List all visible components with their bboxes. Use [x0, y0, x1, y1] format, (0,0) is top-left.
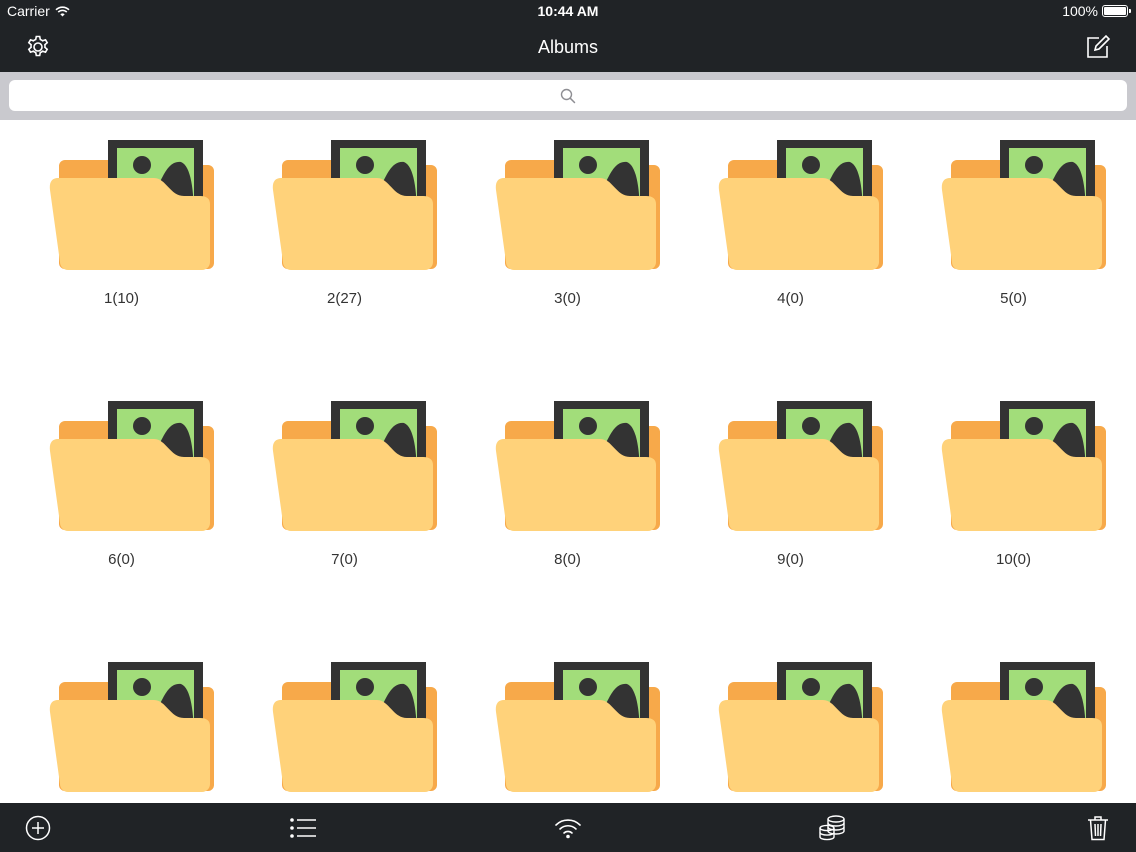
settings-button[interactable] [21, 31, 55, 63]
album-item-10[interactable]: 10(0) [902, 381, 1125, 581]
photo-folder-icon [941, 662, 1106, 792]
search-bar [0, 72, 1136, 120]
photo-folder-icon [941, 140, 1106, 270]
photo-folder-icon [941, 401, 1106, 531]
battery-icon [1102, 5, 1131, 17]
album-label: 5(0) [1000, 290, 1027, 307]
album-label: 10(0) [995, 551, 1032, 568]
photo-folder-icon [718, 662, 883, 792]
photo-folder-icon [718, 401, 883, 531]
album-label: 9(0) [777, 551, 804, 568]
photo-folder-icon [272, 662, 437, 792]
album-item-5[interactable]: 5(0) [902, 120, 1125, 320]
album-item-7[interactable]: 7(0) [233, 381, 456, 581]
status-bar: Carrier 10:44 AM 100% [0, 0, 1136, 24]
album-item-15[interactable] [902, 642, 1125, 803]
album-item-2[interactable]: 2(27) [233, 120, 456, 320]
photo-folder-icon [49, 401, 214, 531]
wifi-transfer-button[interactable] [551, 812, 585, 844]
compose-button[interactable] [1081, 31, 1115, 63]
album-label: 6(0) [108, 551, 135, 568]
album-item-8[interactable]: 8(0) [456, 381, 679, 581]
list-button[interactable] [286, 812, 320, 844]
delete-button[interactable] [1081, 812, 1115, 844]
search-input[interactable] [9, 80, 1127, 111]
album-label: 3(0) [554, 290, 581, 307]
photo-folder-icon [495, 662, 660, 792]
album-label: 1(10) [103, 290, 140, 307]
album-item-11[interactable] [10, 642, 233, 803]
top-bar: Carrier 10:44 AM 100% Albums [0, 0, 1136, 72]
album-label: 7(0) [331, 551, 358, 568]
photo-folder-icon [49, 140, 214, 270]
trash-icon [1088, 816, 1108, 841]
coins-icon [819, 815, 845, 841]
album-item-13[interactable] [456, 642, 679, 803]
battery-indicator: 100% [1062, 3, 1131, 19]
album-item-12[interactable] [233, 642, 456, 803]
search-field[interactable] [9, 80, 1127, 111]
compose-icon [1087, 34, 1111, 58]
photo-folder-icon [272, 140, 437, 270]
album-item-9[interactable]: 9(0) [679, 381, 902, 581]
album-grid: 1(10) 2(27) 3(0) 4(0) 5(0) 6(0) 7(0) 8(0… [0, 120, 1136, 803]
album-item-14[interactable] [679, 642, 902, 803]
album-item-6[interactable]: 6(0) [10, 381, 233, 581]
album-label: 4(0) [777, 290, 804, 307]
add-circle-icon [25, 815, 51, 841]
bottom-toolbar [0, 803, 1136, 852]
photo-folder-icon [49, 662, 214, 792]
album-item-3[interactable]: 3(0) [456, 120, 679, 320]
album-label: 2(27) [326, 290, 363, 307]
battery-percent: 100% [1062, 3, 1098, 19]
photo-folder-icon [495, 140, 660, 270]
album-item-1[interactable]: 1(10) [10, 120, 233, 320]
album-item-4[interactable]: 4(0) [679, 120, 902, 320]
album-label: 8(0) [554, 551, 581, 568]
coins-button[interactable] [815, 812, 849, 844]
list-icon [290, 818, 316, 838]
photo-folder-icon [718, 140, 883, 270]
clock: 10:44 AM [537, 3, 599, 19]
photo-folder-icon [272, 401, 437, 531]
page-title: Albums [537, 37, 599, 57]
gear-icon [27, 35, 49, 57]
wifi-icon [555, 819, 581, 839]
add-album-button[interactable] [21, 812, 55, 844]
photo-folder-icon [495, 401, 660, 531]
